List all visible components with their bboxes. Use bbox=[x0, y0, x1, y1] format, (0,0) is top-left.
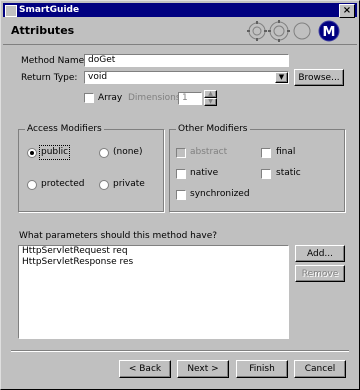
back-button-label: < Back bbox=[128, 364, 162, 374]
list-item[interactable]: HttpServletResponse res bbox=[19, 257, 288, 268]
remove-parameter-button[interactable]: Remove bbox=[295, 265, 345, 282]
spin-down-icon: ▼ bbox=[208, 98, 213, 105]
chevron-down-icon: ▼ bbox=[278, 73, 285, 81]
parameters-question: What parameters should this method have? bbox=[19, 231, 218, 241]
finish-button-label: Finish bbox=[249, 364, 275, 374]
parameters-list[interactable]: HttpServletRequest req HttpServletRespon… bbox=[18, 245, 289, 339]
remove-button-label: Remove bbox=[301, 269, 339, 279]
final-checkbox[interactable] bbox=[261, 148, 271, 158]
app-icon bbox=[5, 5, 17, 17]
page-title: Attributes bbox=[11, 24, 75, 37]
radio-public[interactable] bbox=[27, 148, 37, 158]
array-checkbox[interactable] bbox=[84, 93, 94, 103]
list-item[interactable]: HttpServletRequest req bbox=[19, 246, 288, 257]
close-button[interactable]: × bbox=[339, 4, 355, 18]
cancel-button-label: Cancel bbox=[304, 364, 336, 374]
window-title: SmartGuide bbox=[19, 5, 80, 15]
native-label: native bbox=[190, 168, 219, 178]
abstract-checkbox[interactable] bbox=[176, 148, 186, 158]
other-modifiers-title: Other Modifiers bbox=[176, 123, 250, 135]
next-button-label: Next > bbox=[187, 364, 219, 374]
method-name-input[interactable]: doGet bbox=[84, 54, 289, 67]
dimensions-input[interactable]: 1 bbox=[178, 92, 202, 105]
smartguide-window: SmartGuide × Attributes M Method Name: d… bbox=[0, 0, 360, 390]
svg-text:M: M bbox=[323, 25, 336, 40]
header-band: Attributes M bbox=[3, 18, 357, 45]
footer-divider bbox=[11, 350, 349, 352]
return-type-dropdown-button[interactable]: ▼ bbox=[275, 72, 288, 83]
return-type-label: Return Type: bbox=[21, 73, 78, 83]
radio-selected-dot bbox=[30, 151, 34, 155]
abstract-label: abstract bbox=[190, 147, 228, 157]
array-label: Array bbox=[98, 93, 123, 103]
radio-public-label: public bbox=[38, 145, 71, 160]
finish-button[interactable]: Finish bbox=[236, 360, 288, 378]
dimensions-up-button[interactable]: ▲ bbox=[204, 90, 217, 98]
native-checkbox[interactable] bbox=[176, 169, 186, 179]
radio-protected[interactable] bbox=[27, 180, 37, 190]
access-modifiers-group: Access Modifiers bbox=[18, 123, 164, 212]
smartguide-logo-icon: M bbox=[247, 20, 340, 42]
radio-none[interactable] bbox=[99, 148, 109, 158]
static-label: static bbox=[276, 168, 301, 178]
next-button[interactable]: Next > bbox=[177, 360, 229, 378]
method-name-label: Method Name: bbox=[21, 56, 88, 66]
add-button-label: Add... bbox=[306, 249, 333, 259]
access-modifiers-title: Access Modifiers bbox=[25, 123, 104, 135]
browse-button-label: Browse... bbox=[298, 73, 340, 83]
dimensions-down-button[interactable]: ▼ bbox=[204, 98, 217, 106]
return-type-value: void bbox=[88, 72, 108, 82]
synchronized-label: synchronized bbox=[190, 189, 250, 199]
cancel-button[interactable]: Cancel bbox=[294, 360, 346, 378]
return-type-select[interactable]: void bbox=[84, 71, 289, 84]
spin-up-icon: ▲ bbox=[208, 90, 213, 97]
radio-private-label: private bbox=[113, 179, 145, 189]
add-parameter-button[interactable]: Add... bbox=[295, 245, 345, 262]
radio-private[interactable] bbox=[99, 180, 109, 190]
dimensions-label: Dimensions: bbox=[128, 93, 184, 103]
back-button[interactable]: < Back bbox=[119, 360, 171, 378]
final-label: final bbox=[276, 147, 296, 157]
title-bar: SmartGuide × bbox=[3, 3, 357, 18]
radio-protected-label: protected bbox=[41, 179, 85, 189]
browse-button[interactable]: Browse... bbox=[294, 69, 344, 86]
radio-none-label: (none) bbox=[113, 147, 143, 157]
static-checkbox[interactable] bbox=[261, 169, 271, 179]
synchronized-checkbox[interactable] bbox=[176, 190, 186, 200]
